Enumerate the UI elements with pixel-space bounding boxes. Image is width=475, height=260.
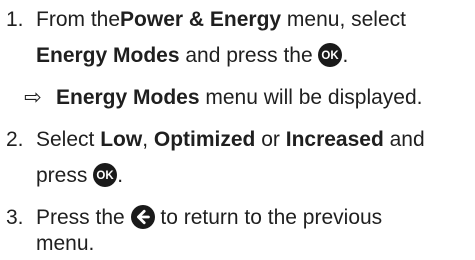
step-2-text-press: press <box>36 164 94 187</box>
svg-text:OK: OK <box>97 170 115 182</box>
result-text: menu will be displayed. <box>199 86 423 109</box>
result-energy-modes: Energy Modes <box>56 86 200 109</box>
instruction-list: 1. From thePower & Energy menu, select E… <box>0 0 475 260</box>
step-1-energy-modes: Energy Modes <box>36 44 180 67</box>
svg-text:OK: OK <box>322 50 340 62</box>
step-3-text-return: to return to the previous <box>154 206 383 229</box>
step-3-text-press: Press the <box>36 206 131 229</box>
step-2-and: and <box>383 128 425 151</box>
step-2-increased: Increased <box>285 128 384 151</box>
step-1-text-a: From the <box>36 8 121 31</box>
step-3-text-menu: menu. <box>36 232 95 255</box>
ok-button-icon: OK <box>93 163 118 187</box>
step-2-text-select: Select <box>36 128 101 151</box>
result-arrow-icon: ⇨ <box>24 86 42 109</box>
step-2-or: or <box>255 128 286 151</box>
step-2-optimized: Optimized <box>153 128 256 151</box>
step-1-text-press: and press the <box>179 44 319 67</box>
step-2-number: 2. <box>6 128 24 151</box>
back-arrow-icon <box>130 205 155 229</box>
step-1-text-c: menu, select <box>281 8 406 31</box>
step-2-comma: , <box>142 128 154 151</box>
step-2-period: . <box>117 164 124 187</box>
step-1-number: 1. <box>6 8 24 31</box>
step-2-low: Low <box>100 128 143 151</box>
step-1-power-energy: Power & Energy <box>120 8 282 31</box>
ok-button-icon: OK <box>318 43 343 67</box>
step-1-text-period: . <box>342 44 349 67</box>
step-3-number: 3. <box>6 206 24 229</box>
